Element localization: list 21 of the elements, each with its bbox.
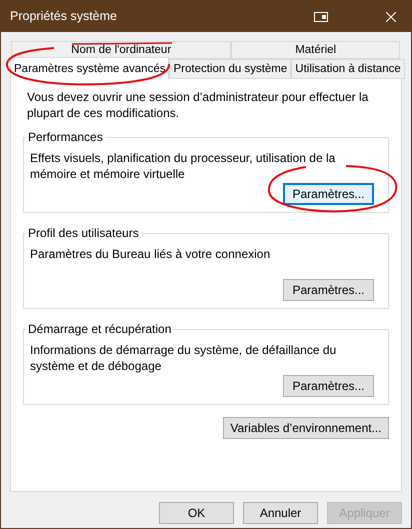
window-snap-icon xyxy=(314,12,328,22)
group-title: Profil des utilisateurs xyxy=(26,226,141,240)
tab[interactable]: Utilisation à distance xyxy=(291,59,405,79)
tab[interactable]: Nom de l'ordinateur xyxy=(11,41,232,59)
push-button[interactable]: Paramètres... xyxy=(283,279,374,301)
push-button[interactable]: Annuler xyxy=(243,502,318,524)
group-description: Paramètres du Bureau liés à votre connexion xyxy=(30,246,272,262)
push-button[interactable]: OK xyxy=(159,502,234,524)
tab[interactable]: Paramètres système avancés xyxy=(10,57,170,79)
group-title: Performances xyxy=(26,130,105,144)
group-description: Effets visuels, planification du processeur, utilisation de la mémoire et mémoire virtuelle xyxy=(30,150,336,182)
tab[interactable]: Protection du système xyxy=(169,59,292,79)
close-icon[interactable] xyxy=(386,12,396,22)
push-button[interactable]: Paramètres... xyxy=(283,375,374,397)
admin-notice: Vous devez ouvrir une session d’administrateur pour effectuer la plupart de ces modifications. xyxy=(26,89,370,121)
window-title: Propriétés système xyxy=(10,8,118,26)
group-description: Informations de démarrage du système, de défaillance du système et de débogage xyxy=(30,342,338,374)
group-title: Démarrage et récupération xyxy=(26,322,174,336)
push-button[interactable]: Variables d’environnement... xyxy=(223,417,389,439)
push-button[interactable]: Paramètres... xyxy=(283,183,374,205)
tab[interactable]: Matériel xyxy=(231,41,400,59)
